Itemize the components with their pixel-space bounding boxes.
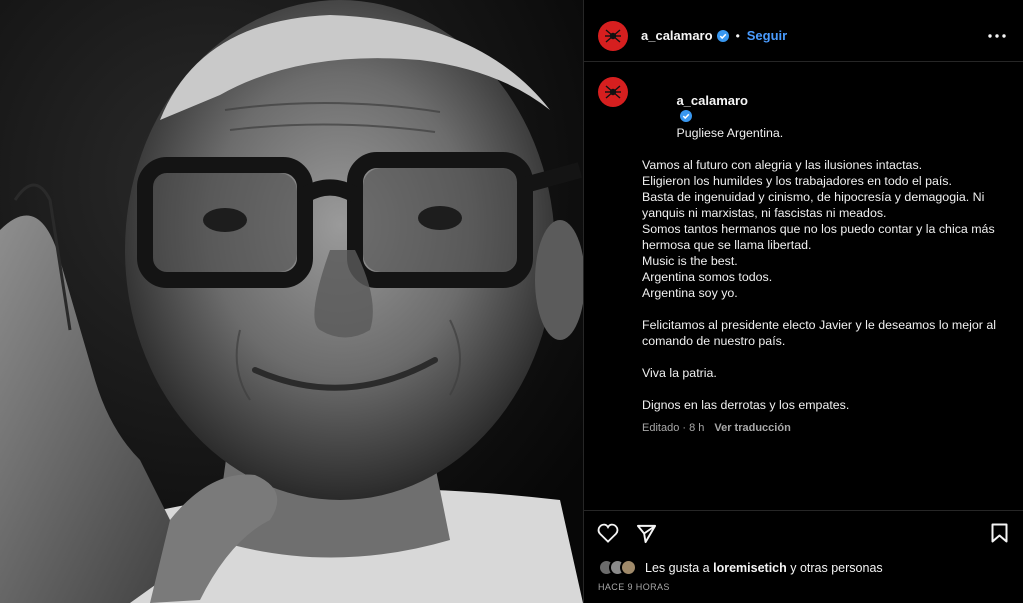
caption-line: comando de nuestro país. [642, 334, 786, 348]
caption-meta: Editado · 8 h Ver traducción [642, 422, 1002, 434]
caption-line: Argentina soy yo. [642, 286, 738, 300]
spider-logo-icon [605, 85, 621, 99]
liker-avatar[interactable] [620, 559, 637, 576]
more-options-icon [988, 33, 1006, 38]
caption-line: Argentina somos todos. [642, 270, 773, 284]
caption-line: yanquis ni marxistas, ni fascistas ni me… [642, 206, 887, 220]
save-button[interactable] [987, 521, 1011, 545]
edited-time: Editado · 8 h [642, 422, 705, 434]
liker-username[interactable]: loremisetich [713, 561, 787, 575]
caption-line: Vamos al futuro con alegria y las ilusio… [642, 158, 923, 172]
translate-link[interactable]: Ver traducción [714, 422, 790, 434]
caption-line: Dignos en las derrotas y los empates. [642, 398, 850, 412]
caption-text: a_calamaro Pugliese Argentina. Vamos al … [642, 77, 1002, 413]
post-header: a_calamaro • Seguir [584, 10, 1023, 62]
caption-line: Somos tantos hermanos que no los puedo c… [642, 222, 995, 236]
share-button[interactable] [634, 521, 658, 545]
caption-author-avatar[interactable] [598, 77, 628, 107]
portrait-image [0, 0, 583, 603]
post-detail-panel: a_calamaro • Seguir a_calamaro Pugliese … [583, 0, 1023, 603]
liker-avatars[interactable] [598, 559, 637, 576]
verified-badge-icon [680, 110, 693, 122]
caption-line: Basta de ingenuidad y cinismo, de hipocr… [642, 190, 985, 204]
send-icon [636, 524, 656, 543]
separator-dot: • [735, 28, 740, 43]
caption-line: Felicitamos al presidente electo Javier … [642, 318, 996, 332]
like-button[interactable] [596, 521, 620, 545]
verified-badge-icon [716, 29, 729, 42]
post-photo[interactable] [0, 0, 583, 603]
caption-line: hermosa que se llama libertad. [642, 238, 812, 252]
caption-username[interactable]: a_calamaro [676, 93, 748, 108]
likes-prefix: Les gusta a [645, 560, 710, 575]
post-actions: Les gusta a loremisetich y otras persona… [584, 510, 1023, 603]
author-username[interactable]: a_calamaro [641, 28, 713, 43]
caption-line: Music is the best. [642, 254, 738, 268]
post-timestamp[interactable]: HACE 9 HORAS [598, 582, 670, 592]
bookmark-icon [991, 523, 1007, 543]
spider-logo-icon [605, 28, 621, 43]
caption-line: Viva la patria. [642, 366, 717, 380]
more-options-button[interactable] [985, 24, 1009, 48]
author-avatar[interactable] [598, 20, 628, 51]
likes-summary: Les gusta a loremisetich y otras persona… [598, 559, 883, 576]
heart-icon [597, 523, 619, 543]
likes-suffix[interactable]: y otras personas [790, 561, 882, 575]
caption-section: a_calamaro Pugliese Argentina. Vamos al … [584, 63, 1023, 510]
caption-line: Eligieron los humildes y los trabajadore… [642, 174, 952, 188]
follow-button[interactable]: Seguir [747, 28, 787, 43]
caption-first-line: Pugliese Argentina. [676, 126, 784, 140]
